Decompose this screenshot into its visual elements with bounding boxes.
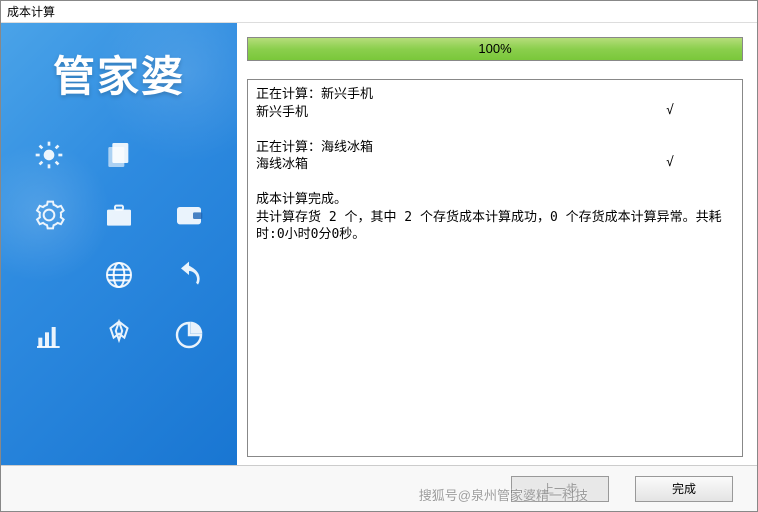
check-icon: √ bbox=[666, 102, 674, 120]
sun-icon bbox=[19, 134, 79, 176]
check-icon: √ bbox=[666, 154, 674, 172]
blank-icon-2 bbox=[19, 254, 79, 296]
briefcase-icon bbox=[89, 194, 149, 236]
icon-grid bbox=[1, 134, 237, 356]
main-area: 100% 正在计算：新兴手机 新兴手机 √ 正在计算：海线冰箱 海线冰箱 √ 成本计… bbox=[237, 23, 757, 465]
brand-title: 管家婆 bbox=[1, 43, 237, 104]
log-line: 海线冰箱 bbox=[256, 157, 308, 172]
done-button[interactable]: 完成 bbox=[635, 476, 733, 502]
pie-chart-icon bbox=[159, 314, 219, 356]
log-line: 新兴手机 bbox=[256, 105, 308, 120]
wallet-icon bbox=[159, 194, 219, 236]
log-line: 共计算存货 2 个，其中 2 个存货成本计算成功，0 个存货成本计算异常。共耗时… bbox=[256, 210, 722, 243]
sidebar-banner: 管家婆 bbox=[1, 23, 237, 465]
calculation-log: 正在计算：新兴手机 新兴手机√ 正在计算：海线冰箱 海线冰箱√ 成本计算完成。 … bbox=[247, 79, 743, 457]
blank-icon-1 bbox=[159, 134, 219, 176]
window-title: 成本计算 bbox=[1, 1, 757, 23]
button-row: 上一步 完成 bbox=[1, 465, 757, 511]
prev-button: 上一步 bbox=[511, 476, 609, 502]
log-line: 正在计算：海线冰箱 bbox=[256, 140, 373, 155]
undo-icon bbox=[159, 254, 219, 296]
gear-icon bbox=[19, 194, 79, 236]
content-row: 管家婆 100% 正在计算：新兴手机 新兴手机√ 正在计算：海线 bbox=[1, 23, 757, 465]
bar-chart-icon bbox=[19, 314, 79, 356]
log-line: 正在计算：新兴手机 bbox=[256, 87, 373, 102]
documents-icon bbox=[89, 134, 149, 176]
progress-text: 100% bbox=[248, 38, 742, 60]
cost-calc-window: 成本计算 管家婆 100 bbox=[0, 0, 758, 512]
log-line: 成本计算完成。 bbox=[256, 192, 347, 207]
progress-bar: 100% bbox=[247, 37, 743, 61]
globe-icon bbox=[89, 254, 149, 296]
star-icon bbox=[89, 314, 149, 356]
